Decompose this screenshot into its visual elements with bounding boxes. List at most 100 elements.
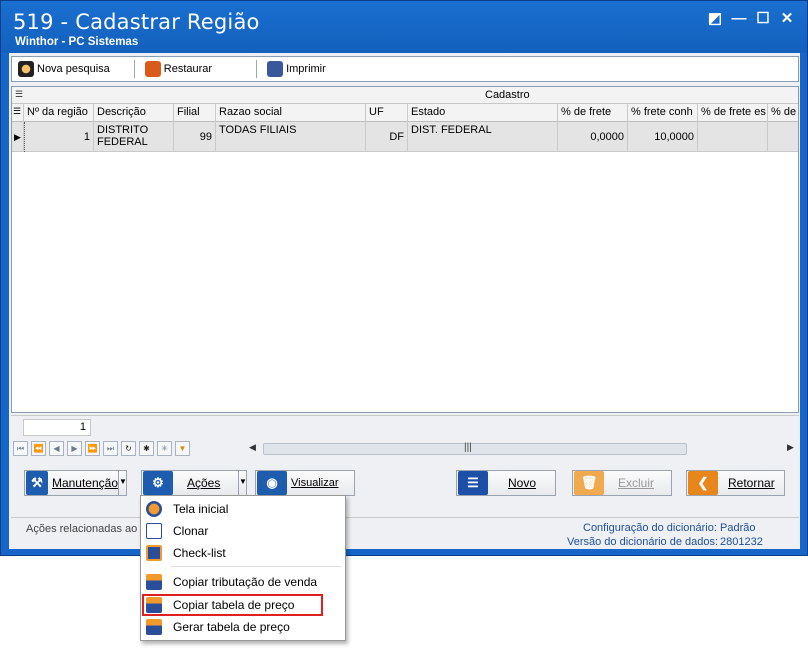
column-header[interactable]: Nº da região: [24, 104, 94, 122]
cell-razao-social[interactable]: TODAS FILIAIS: [216, 122, 366, 152]
cell-frete-es[interactable]: [698, 122, 768, 152]
restore-icon: [144, 61, 161, 77]
menu-item-label: Gerar tabela de preço: [173, 620, 290, 634]
new-search-button[interactable]: Nova pesquisa: [18, 59, 120, 79]
excluir-label: Excluir: [618, 476, 655, 490]
column-header[interactable]: % de: [768, 104, 798, 122]
filter-icon[interactable]: ▼: [175, 441, 190, 456]
manutencao-dropdown-icon[interactable]: ▼: [118, 470, 127, 496]
menu-item-check-list[interactable]: Check-list: [141, 543, 345, 563]
toolbar-divider: [256, 60, 258, 78]
menu-item-label: Copiar tributação de venda: [173, 575, 318, 589]
horizontal-scrollbar[interactable]: |||: [263, 442, 687, 455]
last-record-icon[interactable]: ⏭: [103, 441, 118, 456]
minimize-icon[interactable]: —: [731, 11, 747, 27]
next-record-icon[interactable]: ▶: [67, 441, 82, 456]
maximize-icon[interactable]: ☐: [755, 11, 771, 27]
column-header[interactable]: % de frete es: [698, 104, 768, 122]
record-count: 1: [23, 419, 91, 436]
visualizar-label: Visualizar: [291, 477, 339, 489]
return-icon: ❮: [688, 471, 718, 495]
status-text: Ações relacionadas ao r: [26, 523, 145, 535]
column-header[interactable]: Descrição: [94, 104, 174, 122]
grid-header: ☰ Nº da região Descrição Filial Razao so…: [12, 104, 798, 122]
title-bar: 519 - Cadastrar Região Winthor - PC Sist…: [1, 1, 807, 53]
cell-de[interactable]: [768, 122, 798, 152]
column-header[interactable]: UF: [366, 104, 408, 122]
menu-divider: [171, 566, 341, 567]
scroll-left-icon[interactable]: ◀: [249, 442, 256, 453]
version-value: 2801232: [720, 536, 763, 548]
manutencao-button[interactable]: ⚒ Manutenção: [24, 470, 119, 496]
first-record-icon[interactable]: ⏮: [13, 441, 28, 456]
eye-icon: ◉: [257, 471, 287, 495]
print-label: Imprimir: [286, 63, 326, 75]
actions-icon: ⚙: [143, 471, 173, 495]
acoes-button[interactable]: ⚙ Ações: [141, 470, 239, 496]
acoes-dropdown-icon[interactable]: ▼: [238, 470, 247, 496]
cell-frete-conh[interactable]: 10,0000: [628, 122, 698, 152]
grid-footer: 1: [11, 415, 799, 437]
config-value: Padrão: [720, 522, 756, 534]
data-grid: ☰ Cadastro ☰ Nº da região Descrição Fili…: [11, 86, 799, 413]
restore-icon[interactable]: ◩: [707, 11, 723, 27]
row-pointer-icon: ▶: [12, 122, 24, 152]
menu-item-label: Tela inicial: [173, 502, 229, 516]
new-search-label: Nova pesquisa: [37, 63, 110, 75]
row-indicator-header[interactable]: ☰: [12, 104, 24, 122]
toolbar-divider: [133, 60, 135, 78]
close-icon[interactable]: ✕: [779, 11, 795, 27]
generate-table-icon: [146, 619, 162, 635]
grid-band: ☰ Cadastro: [12, 87, 798, 104]
prev-record-icon[interactable]: ◀: [49, 441, 64, 456]
column-header[interactable]: % frete conh: [628, 104, 698, 122]
cell-estado[interactable]: DIST. FEDERAL: [408, 122, 558, 152]
cell-descricao[interactable]: DISTRITO FEDERAL: [94, 122, 174, 152]
menu-item-gerar-tabela-preco[interactable]: Gerar tabela de preço: [141, 617, 345, 637]
menu-item-copiar-tributacao[interactable]: Copiar tributação de venda: [141, 572, 345, 592]
new-record-icon: ☰: [458, 471, 488, 495]
menu-item-clonar[interactable]: Clonar: [141, 521, 345, 541]
scroll-grip-icon: |||: [464, 442, 472, 453]
toolbar: Nova pesquisa Restaurar Imprimir: [11, 56, 799, 82]
cell-regiao[interactable]: 1: [24, 122, 94, 152]
checkbox-icon: [146, 545, 162, 561]
scroll-right-icon[interactable]: ▶: [787, 442, 794, 453]
table-row[interactable]: ▶ 1 DISTRITO FEDERAL 99 TODAS FILIAIS DF…: [12, 122, 798, 152]
window-title: 519 - Cadastrar Região: [13, 10, 260, 34]
visualizar-button[interactable]: ◉ Visualizar: [255, 470, 355, 496]
home-icon: [146, 501, 162, 517]
column-header[interactable]: Filial: [174, 104, 216, 122]
clone-icon: [146, 523, 162, 539]
restore-label: Restaurar: [163, 63, 213, 75]
excluir-button[interactable]: 🗑 Excluir: [572, 470, 672, 496]
retornar-button[interactable]: ❮ Retornar: [686, 470, 785, 496]
print-button[interactable]: Imprimir: [267, 59, 336, 79]
retornar-label: Retornar: [728, 476, 775, 490]
manutencao-label: Manutenção: [51, 476, 118, 490]
config-label: Configuração do dicionário:: [583, 522, 717, 534]
column-header[interactable]: Razao social: [216, 104, 366, 122]
copy-price-table-icon: [146, 597, 162, 613]
menu-item-tela-inicial[interactable]: Tela inicial: [141, 499, 345, 519]
prev-page-icon[interactable]: ⏪: [31, 441, 46, 456]
novo-button[interactable]: ☰ Novo: [456, 470, 556, 496]
menu-item-label: Copiar tabela de preço: [173, 598, 295, 612]
trash-icon: 🗑: [574, 471, 604, 495]
refresh-icon[interactable]: ↻: [121, 441, 136, 456]
column-header[interactable]: % de frete: [558, 104, 628, 122]
version-label: Versão do dicionário de dados:: [567, 536, 719, 548]
cell-filial[interactable]: 99: [174, 122, 216, 152]
next-page-icon[interactable]: ⏩: [85, 441, 100, 456]
clear-icon[interactable]: ✳: [157, 441, 172, 456]
cell-uf[interactable]: DF: [366, 122, 408, 152]
asterisk-icon[interactable]: ✱: [139, 441, 154, 456]
menu-item-copiar-tabela-preco[interactable]: Copiar tabela de preço: [142, 594, 323, 616]
cell-frete[interactable]: 0,0000: [558, 122, 628, 152]
action-bar: ⚒ Manutenção ▼ ⚙ Ações ▼ ◉ Visualizar ☰ …: [11, 465, 799, 503]
app-window: 519 - Cadastrar Região Winthor - PC Sist…: [0, 0, 808, 556]
column-chooser-icon[interactable]: ☰: [15, 89, 23, 100]
column-header[interactable]: Estado: [408, 104, 558, 122]
restore-button[interactable]: Restaurar: [144, 59, 222, 79]
menu-item-label: Check-list: [173, 546, 226, 560]
